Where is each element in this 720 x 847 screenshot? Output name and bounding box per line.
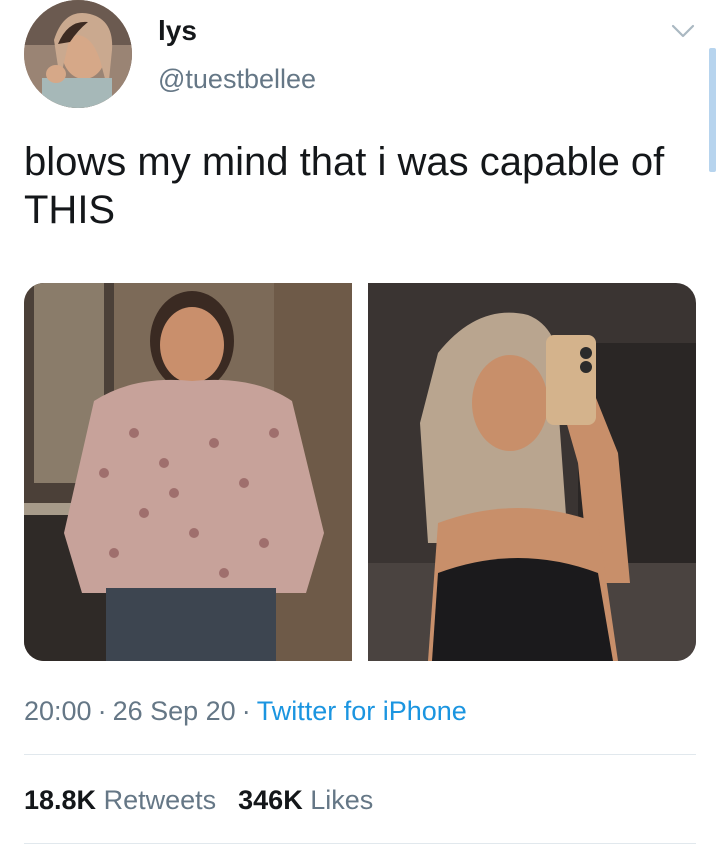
tweet-photo-before[interactable] xyxy=(24,283,352,661)
tweet-photo-after[interactable] xyxy=(368,283,696,661)
retweets-label: Retweets xyxy=(103,785,217,815)
retweets-stat[interactable]: 18.8K Retweets xyxy=(24,785,216,815)
display-name[interactable]: lys xyxy=(158,14,197,48)
likes-label: Likes xyxy=(310,785,374,815)
chevron-down-icon[interactable] xyxy=(666,18,700,44)
tweet-media[interactable] xyxy=(24,283,696,661)
likes-stat[interactable]: 346K Likes xyxy=(238,785,373,815)
tweet-meta: 20:00 · 26 Sep 20 · Twitter for iPhone xyxy=(24,694,467,728)
tweet-source-link[interactable]: Twitter for iPhone xyxy=(257,696,467,726)
separator: · xyxy=(97,696,107,726)
user-handle[interactable]: @tuestbellee xyxy=(158,62,316,96)
retweets-count: 18.8K xyxy=(24,785,97,815)
avatar-image xyxy=(24,0,132,108)
divider xyxy=(24,843,696,844)
tweet-time[interactable]: 20:00 xyxy=(24,696,92,726)
scrollbar[interactable] xyxy=(709,48,716,172)
separator: · xyxy=(241,696,251,726)
divider xyxy=(24,754,696,755)
tweet-stats: 18.8K Retweets 346K Likes xyxy=(24,783,373,817)
avatar[interactable] xyxy=(24,0,132,108)
tweet-text: blows my mind that i was capable of THIS xyxy=(24,140,665,232)
tweet-date[interactable]: 26 Sep 20 xyxy=(113,696,236,726)
likes-count: 346K xyxy=(238,785,303,815)
